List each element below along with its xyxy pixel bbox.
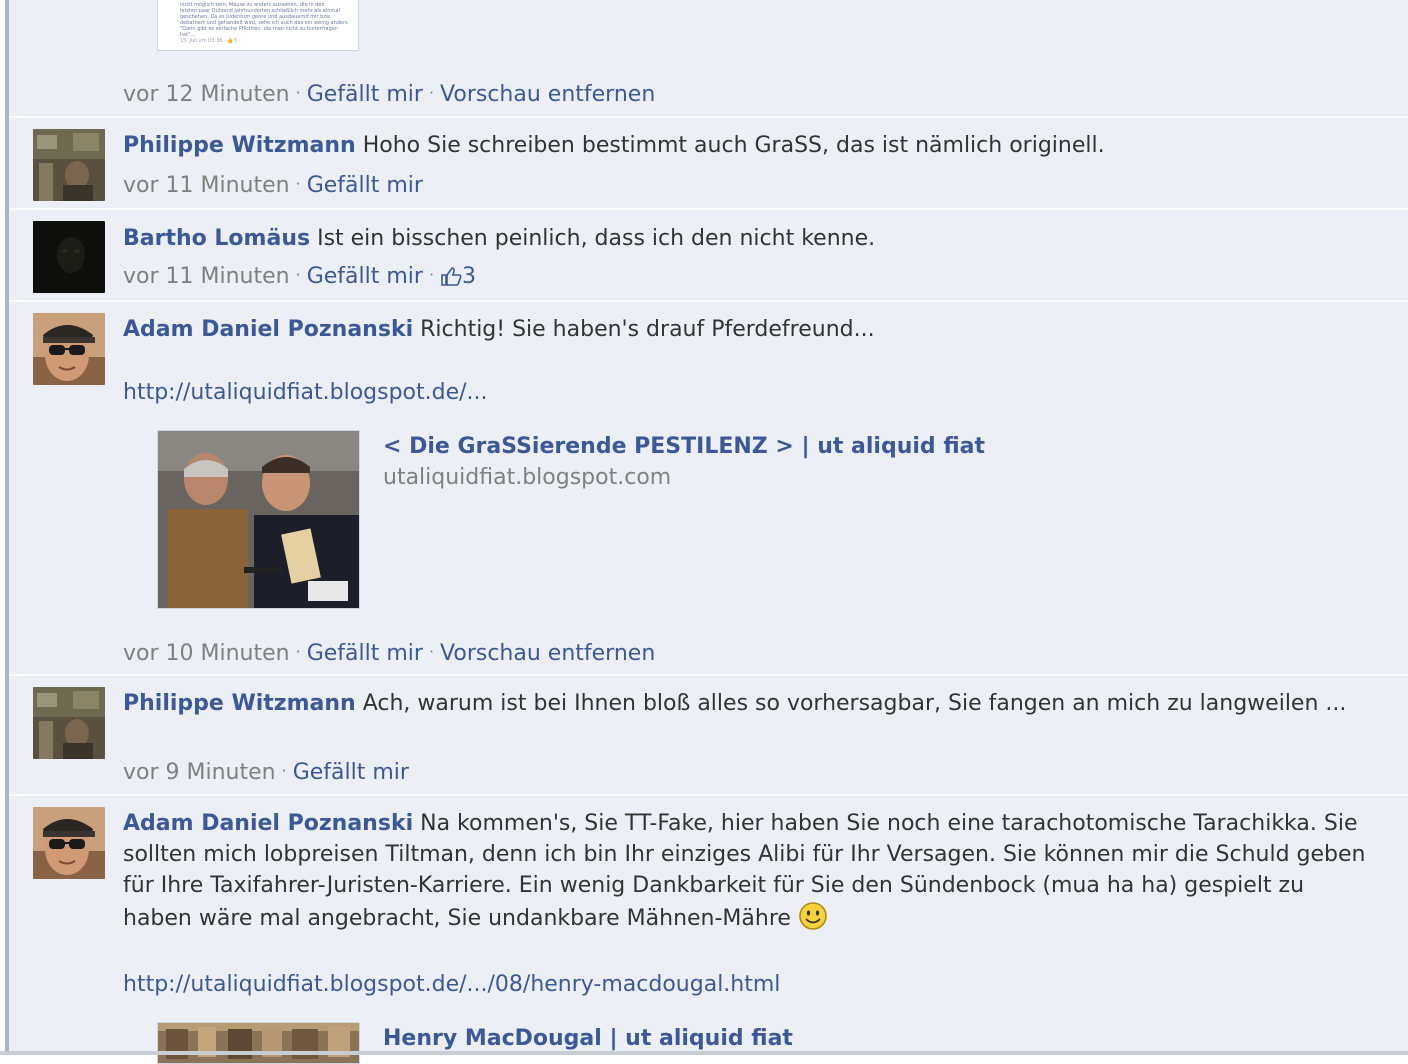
comment-text: Hoho Sie schreiben bestimmt auch GraSS, … — [362, 133, 1105, 158]
comment-body: Adam Daniel Poznanski Na kommen's, Sie T… — [123, 808, 1378, 940]
like-link[interactable]: Gefällt mir — [307, 82, 423, 107]
comment-timestamp[interactable]: vor 11 Minuten — [123, 264, 290, 289]
comment-author[interactable]: Philippe Witzmann — [123, 691, 356, 716]
like-link[interactable]: Gefällt mir — [307, 264, 423, 289]
avatar[interactable] — [33, 807, 105, 879]
comment-item: nicht möglich sein, Mäuse zu anders auss… — [9, 0, 1408, 118]
like-link[interactable]: Gefällt mir — [293, 760, 409, 785]
smiley-icon — [798, 901, 828, 940]
avatar-photo — [33, 313, 105, 385]
link-preview-thumbnail[interactable] — [157, 1022, 360, 1064]
like-link[interactable]: Gefällt mir — [307, 173, 423, 198]
like-link[interactable]: Gefällt mir — [307, 641, 423, 666]
comment-item: Philippe Witzmann Ach, warum ist bei Ihn… — [9, 674, 1408, 796]
preview-excerpt: nicht möglich sein, Mäuse zu anders auss… — [180, 2, 350, 44]
comment-body: Bartho Lomäus Ist ein bisschen peinlich,… — [123, 223, 1383, 254]
comment-text: Ach, warum ist bei Ihnen bloß alles so v… — [362, 691, 1347, 716]
preview-domain: utaliquidfiat.blogspot.com — [383, 465, 672, 490]
comment-thread: nicht möglich sein, Mäuse zu anders auss… — [9, 0, 1408, 1064]
comment-meta: vor 11 Minuten · Gefällt mir — [123, 173, 423, 198]
window-bottom-edge — [0, 1051, 1408, 1055]
comment-item: Bartho Lomäus Ist ein bisschen peinlich,… — [9, 208, 1408, 302]
avatar-photo — [33, 687, 105, 759]
avatar-photo — [33, 221, 105, 293]
avatar[interactable] — [33, 687, 105, 759]
preview-title[interactable]: Henry MacDougal | ut aliquid fiat — [383, 1024, 793, 1054]
avatar-photo — [33, 129, 105, 201]
comment-timestamp[interactable]: vor 9 Minuten — [123, 760, 276, 785]
comment-meta: vor 11 Minuten · Gefällt mir · 3 — [123, 264, 477, 289]
comment-body: Philippe Witzmann Hoho Sie schreiben bes… — [123, 130, 1383, 161]
comment-timestamp[interactable]: vor 11 Minuten — [123, 173, 290, 198]
comment-item: Adam Daniel Poznanski Na kommen's, Sie T… — [9, 794, 1408, 1064]
comment-meta: vor 12 Minuten · Gefällt mir · Vorschau entf… — [123, 82, 656, 107]
comment-body: Adam Daniel Poznanski Richtig! Sie haben… — [123, 314, 1383, 345]
comment-link[interactable]: http://utaliquidfiat.blogspot.de/.../08/… — [123, 970, 780, 1000]
link-preview-thumbnail[interactable] — [157, 430, 360, 609]
comment-author[interactable]: Adam Daniel Poznanski — [123, 811, 413, 836]
comment-author[interactable]: Bartho Lomäus — [123, 226, 310, 251]
link-preview-thumbnail[interactable]: nicht möglich sein, Mäuse zu anders auss… — [157, 0, 359, 51]
comment-meta: vor 9 Minuten · Gefällt mir — [123, 760, 409, 785]
avatar[interactable] — [33, 313, 105, 385]
comment-link[interactable]: http://utaliquidfiat.blogspot.de/... — [123, 378, 488, 408]
avatar[interactable] — [33, 221, 105, 293]
preview-title[interactable]: < Die GraSSierende PESTILENZ > | ut aliq… — [383, 432, 985, 462]
preview-photo — [158, 431, 359, 608]
comment-meta: vor 10 Minuten · Gefällt mir · Vorschau entf… — [123, 641, 656, 666]
thumbs-up-icon — [441, 267, 462, 286]
preview-photo — [158, 1023, 359, 1063]
comment-text: Richtig! Sie haben's drauf Pferdefreund.… — [420, 317, 875, 342]
comment-timestamp[interactable]: vor 12 Minuten — [123, 82, 290, 107]
like-count[interactable]: 3 — [440, 264, 476, 289]
comment-timestamp[interactable]: vor 10 Minuten — [123, 641, 290, 666]
comment-author[interactable]: Adam Daniel Poznanski — [123, 317, 413, 342]
avatar-photo — [33, 807, 105, 879]
comment-body: Philippe Witzmann Ach, warum ist bei Ihn… — [123, 688, 1383, 719]
comment-text: Ist ein bisschen peinlich, dass ich den … — [317, 226, 876, 251]
avatar[interactable] — [33, 129, 105, 201]
comment-item: Adam Daniel Poznanski Richtig! Sie haben… — [9, 300, 1408, 676]
remove-preview-link[interactable]: Vorschau entfernen — [440, 82, 655, 107]
comment-author[interactable]: Philippe Witzmann — [123, 133, 356, 158]
remove-preview-link[interactable]: Vorschau entfernen — [440, 641, 655, 666]
comment-item: Philippe Witzmann Hoho Sie schreiben bes… — [9, 116, 1408, 210]
